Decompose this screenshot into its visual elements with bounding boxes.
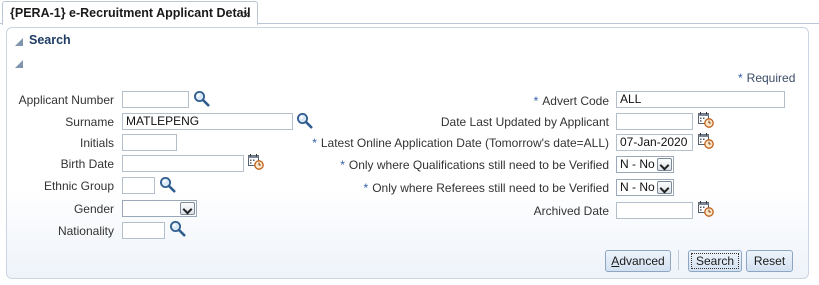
calendar-icon[interactable] — [697, 200, 714, 217]
referees-verify-label-text: Only where Referees still need to be Ver… — [372, 181, 609, 195]
referees-verify-value: N - No — [620, 180, 655, 194]
archived-date-field[interactable] — [616, 202, 693, 219]
required-star: * — [738, 71, 743, 85]
calendar-icon[interactable] — [697, 132, 714, 149]
ethnic-group-label: Ethnic Group — [43, 179, 114, 193]
qualifications-verify-select[interactable]: N - No — [616, 156, 674, 173]
chevron-down-icon[interactable] — [657, 181, 672, 194]
qualifications-verify-value: N - No — [620, 157, 655, 171]
qualifications-verify-label-text: Only where Qualifications still need to … — [348, 158, 609, 172]
advanced-label: dvanced — [619, 254, 665, 268]
required-star: * — [312, 136, 317, 150]
latest-online-date-label-text: Latest Online Application Date (Tomorrow… — [320, 136, 609, 150]
gender-label: Gender — [73, 202, 114, 216]
required-note: * Required — [738, 71, 795, 85]
initials-label: Initials — [79, 136, 114, 150]
referees-verify-label: * Only where Referees still need to be Ve… — [364, 181, 609, 195]
nationality-label: Nationality — [57, 224, 114, 238]
required-label: Required — [746, 71, 796, 85]
latest-online-date-field[interactable]: 07-Jan-2020 — [616, 134, 693, 151]
tab-applicant-detail[interactable]: {PERA-1} e-Recruitment Applicant Detail … — [2, 1, 258, 25]
surname-label: Surname — [65, 115, 114, 129]
tab-title: {PERA-1} e-Recruitment Applicant Detail — [10, 6, 251, 20]
search-icon[interactable] — [169, 220, 186, 237]
latest-online-date-label: * Latest Online Application Date (Tomorro… — [312, 136, 609, 150]
advert-code-label: * Advert Code — [534, 94, 609, 108]
close-icon[interactable]: × — [242, 8, 250, 22]
disclosure-triangle-icon[interactable] — [15, 60, 23, 68]
search-panel — [6, 27, 809, 279]
button-separator — [678, 250, 679, 270]
advert-code-label-text: Advert Code — [542, 94, 609, 108]
search-icon[interactable] — [159, 176, 176, 193]
gender-select[interactable] — [122, 200, 197, 217]
calendar-icon[interactable] — [697, 111, 714, 128]
tab-strip: {PERA-1} e-Recruitment Applicant Detail … — [0, 0, 819, 25]
disclosure-triangle-icon[interactable] — [15, 38, 23, 46]
birth-date-label: Birth Date — [60, 157, 114, 171]
reset-button[interactable]: Reset — [746, 250, 793, 272]
search-icon[interactable] — [193, 90, 210, 107]
required-star: * — [533, 94, 539, 108]
initials-field[interactable] — [122, 134, 177, 151]
chevron-down-icon[interactable] — [180, 202, 195, 215]
referees-verify-select[interactable]: N - No — [616, 179, 674, 196]
birth-date-field[interactable] — [122, 155, 244, 172]
search-header[interactable]: Search — [29, 33, 71, 47]
date-last-updated-label: Date Last Updated by Applicant — [440, 115, 609, 129]
archived-date-label: Archived Date — [533, 204, 609, 218]
required-star: * — [363, 181, 369, 195]
applicant-number-field[interactable] — [122, 91, 189, 108]
search-button[interactable]: Search — [688, 250, 742, 272]
ethnic-group-field[interactable] — [122, 177, 155, 194]
search-icon[interactable] — [296, 112, 313, 129]
advert-code-field[interactable]: ALL — [616, 91, 785, 108]
qualifications-verify-label: * Only where Qualifications still need to… — [340, 158, 609, 172]
advanced-button[interactable]: Advanced — [605, 250, 671, 272]
chevron-down-icon[interactable] — [657, 158, 672, 171]
applicant-number-label: Applicant Number — [18, 93, 114, 107]
surname-field[interactable]: MATLEPENG — [122, 113, 293, 130]
nationality-field[interactable] — [122, 222, 165, 239]
calendar-icon[interactable] — [247, 153, 264, 170]
date-last-updated-field[interactable] — [616, 113, 693, 130]
required-star: * — [340, 158, 345, 172]
